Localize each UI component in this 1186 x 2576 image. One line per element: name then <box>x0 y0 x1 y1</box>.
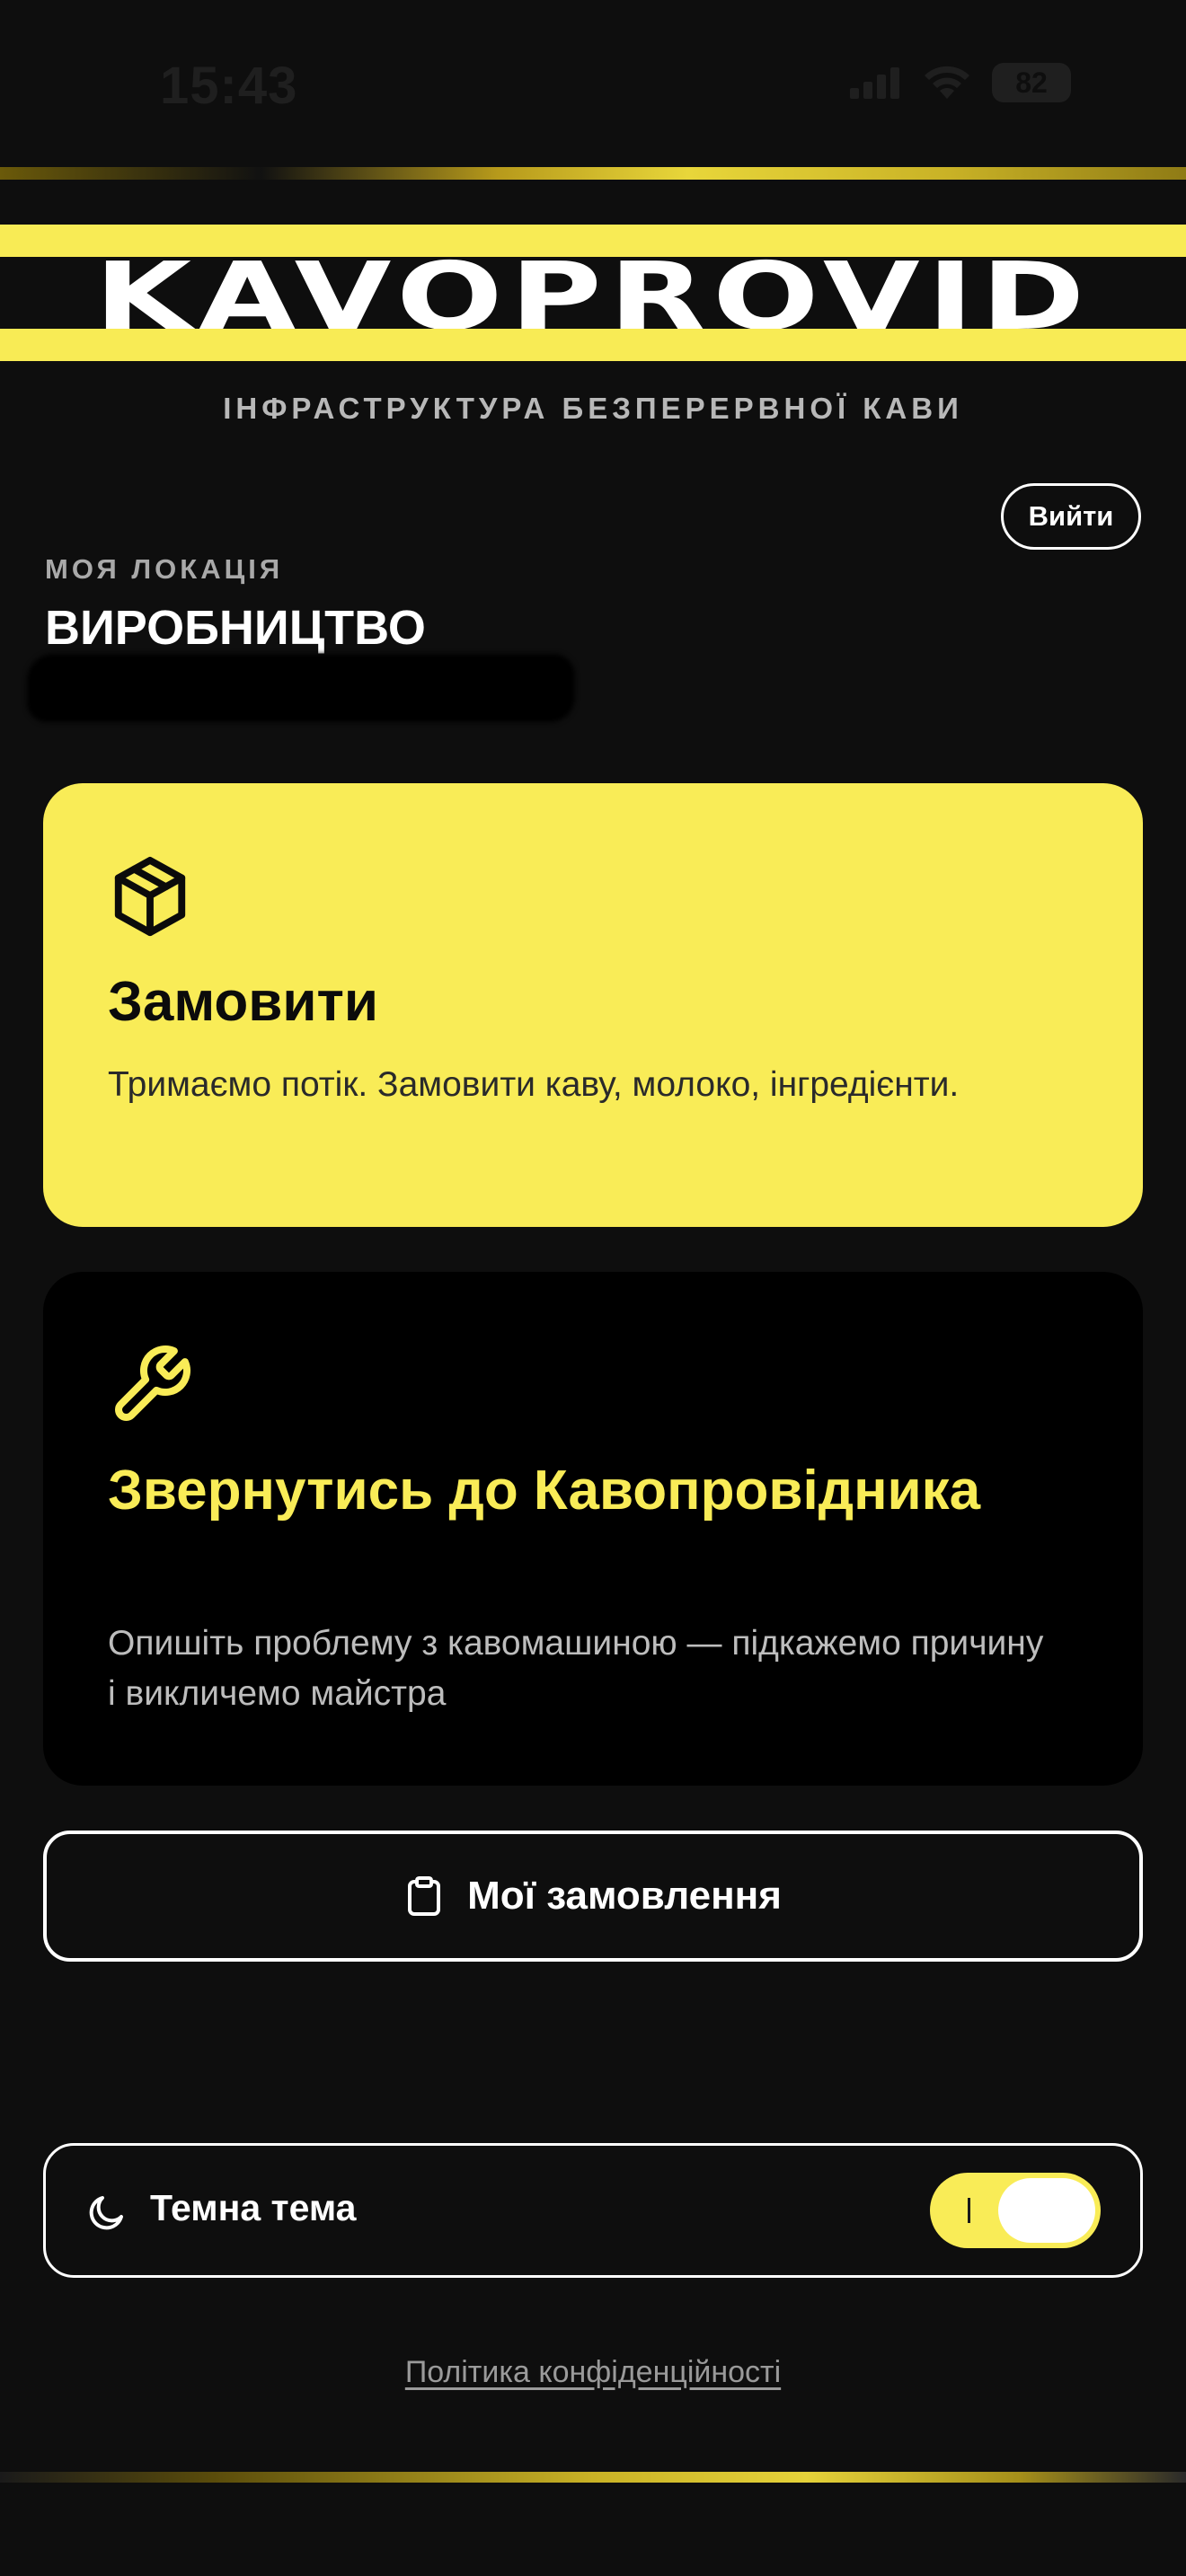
cellular-signal-icon <box>850 67 899 99</box>
service-card-description: Опишіть проблему з кавомашиною — підкаже… <box>108 1624 1044 1713</box>
battery-icon: 82 <box>992 63 1071 102</box>
logout-button[interactable]: Вийти <box>1001 483 1141 550</box>
privacy-policy-link[interactable]: Політика конфіденційності <box>0 2355 1186 2390</box>
logo-wordmark: KAVOPROVID <box>0 257 1186 329</box>
location-name: ВИРОБНИЦТВО <box>45 601 426 655</box>
gold-divider-bottom <box>0 2472 1186 2483</box>
order-card-title: Замовити <box>108 971 378 1033</box>
gold-divider-top <box>0 167 1186 180</box>
moon-icon <box>89 2196 123 2230</box>
toggle-on-mark <box>968 2198 970 2223</box>
status-icons: 82 <box>850 63 1071 102</box>
screen: 15:43 82 KAVOPROVID ІНФРАСТРУКТУРА БЕЗПЕ… <box>0 0 1186 2576</box>
toggle-knob <box>998 2178 1095 2243</box>
brand-tagline: ІНФРАСТРУКТУРА БЕЗПЕРЕРВНОЇ КАВИ <box>223 392 963 425</box>
status-time: 15:43 <box>160 57 298 115</box>
wrench-icon <box>115 1345 190 1421</box>
dark-theme-row: Темна тема <box>43 2143 1143 2278</box>
location-caption: МОЯ ЛОКАЦІЯ <box>45 553 284 585</box>
status-bar: 15:43 82 <box>0 0 1186 171</box>
brand-logo: KAVOPROVID <box>0 225 1186 361</box>
logo-text: KAVOPROVID <box>93 257 1093 329</box>
clipboard-icon <box>408 1876 441 1916</box>
order-card-description: Тримаємо потік. Замовити каву, молоко, і… <box>108 1065 960 1104</box>
wifi-icon <box>925 66 969 99</box>
my-orders-label: Мої замовлення <box>467 1874 782 1918</box>
service-card-title: Звернутись до Кавопровідника <box>108 1460 981 1522</box>
redacted-address <box>27 654 575 722</box>
dark-theme-toggle[interactable] <box>930 2173 1101 2248</box>
my-orders-button[interactable]: Мої замовлення <box>43 1831 1143 1962</box>
dark-theme-label: Темна тема <box>150 2187 357 2228</box>
package-icon <box>114 856 186 937</box>
logo-stripe-bottom <box>0 329 1186 361</box>
logo-stripe-top <box>0 225 1186 257</box>
order-card[interactable]: Замовити Тримаємо потік. Замовити каву, … <box>43 783 1143 1227</box>
service-request-card[interactable]: Звернутись до Кавопровідника Опишіть про… <box>43 1272 1143 1786</box>
